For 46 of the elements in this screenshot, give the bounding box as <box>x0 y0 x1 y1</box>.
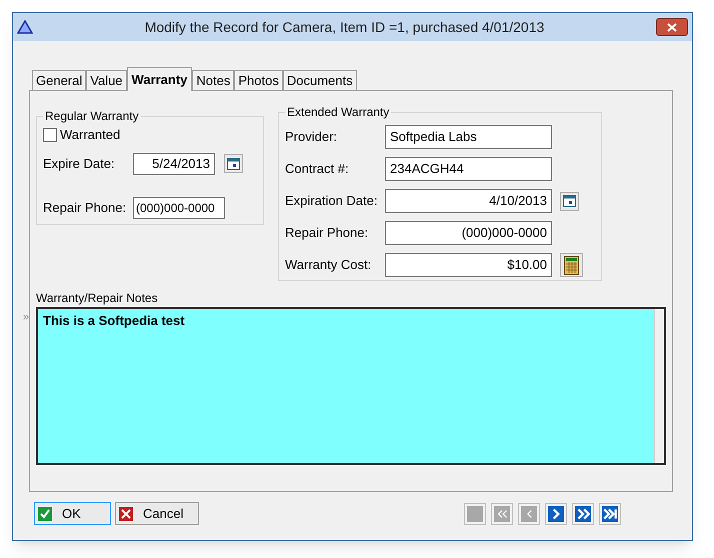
text-field[interactable]: Softpedia Labs <box>385 125 552 149</box>
notes-text: This is a Softpedia test <box>42 312 186 330</box>
text-field[interactable]: (000)000-0000 <box>385 221 552 245</box>
text-field[interactable]: 234ACGH44 <box>385 157 552 181</box>
calendar-button[interactable] <box>560 192 579 210</box>
checkbox-label: Warranted <box>60 126 120 144</box>
scrollbar[interactable] <box>654 309 664 463</box>
close-icon <box>667 22 677 32</box>
calendar-icon <box>563 195 576 207</box>
calendar-icon <box>227 158 240 170</box>
group-title: Regular Warranty <box>44 108 140 125</box>
calculator-icon <box>564 256 579 274</box>
fast-forward-button[interactable] <box>572 502 594 524</box>
check-icon <box>38 506 52 520</box>
notes-field[interactable]: This is a Softpedia test <box>36 307 666 465</box>
text-field[interactable]: $10.00 <box>385 253 552 277</box>
field-label: Provider: <box>285 128 338 146</box>
ok-button[interactable]: OK <box>34 502 111 525</box>
date-field[interactable]: 5/24/2013 <box>133 152 215 174</box>
text-field[interactable]: 4/10/2013 <box>385 189 552 213</box>
last-record-button[interactable] <box>599 502 621 524</box>
close-button[interactable] <box>656 18 688 36</box>
notes-label: Warranty/Repair Notes <box>36 290 159 307</box>
tab[interactable]: General <box>32 70 86 90</box>
window-title: Modify the Record for Camera, Item ID =1, purchased 4/01/2013 <box>144 18 544 37</box>
tab[interactable]: Photos <box>234 70 283 90</box>
field-label: Warranty Cost: <box>285 256 372 274</box>
field-label: Contract #: <box>285 160 350 178</box>
field-label: Expire Date: <box>43 154 116 173</box>
field-label: Repair Phone: <box>43 198 128 217</box>
tab[interactable]: Warranty <box>126 67 192 91</box>
calculator-button[interactable] <box>560 253 583 277</box>
cancel-button[interactable]: Cancel <box>115 502 199 525</box>
triangle-logo-icon <box>17 20 33 34</box>
tab[interactable]: Value <box>86 70 127 90</box>
row-marker: » <box>23 310 29 325</box>
x-icon <box>119 506 133 520</box>
next-button[interactable] <box>545 502 567 524</box>
phone-field[interactable]: (000)000-0000 <box>133 196 225 218</box>
field-label: Repair Phone: <box>285 224 370 242</box>
tab[interactable]: Notes <box>192 70 234 90</box>
calendar-button[interactable] <box>224 154 243 173</box>
group-title: Extended Warranty <box>286 104 390 121</box>
tab[interactable]: Documents <box>282 70 357 90</box>
field-label: Expiration Date: <box>285 192 378 210</box>
warranted-checkbox[interactable] <box>43 128 57 142</box>
